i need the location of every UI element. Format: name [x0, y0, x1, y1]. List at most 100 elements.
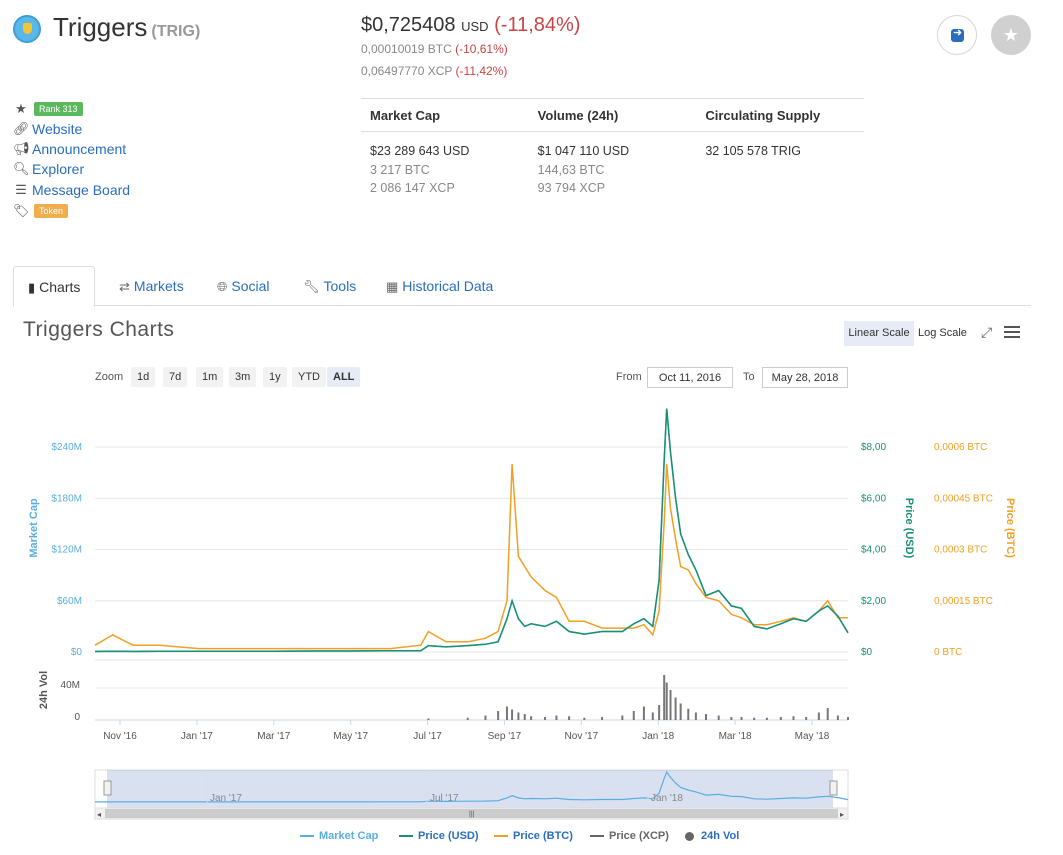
legend-market-cap[interactable]: Market Cap: [300, 830, 378, 842]
x-tick-label: Jan '18: [642, 731, 674, 742]
volume-bars: [427, 675, 849, 720]
zoom-1y-button[interactable]: 1y: [263, 367, 287, 387]
list-icon: ☰: [15, 182, 27, 197]
volume-bar: [497, 711, 500, 720]
legend-24h-vol[interactable]: 24h Vol: [685, 830, 739, 842]
stats-body: $23 289 643 USD 3 217 BTC 2 086 147 XCP …: [361, 132, 864, 198]
wrench-icon: 🔧︎: [303, 279, 320, 294]
volume-bar: [765, 717, 768, 720]
price-btc-tick: 0,00045 BTC: [934, 493, 993, 504]
coin-title: Triggers (TRIG): [53, 12, 200, 43]
volume-bar: [555, 715, 558, 720]
volume-bar: [694, 712, 697, 720]
price-usd: $0,725408 USD (-11,84%): [361, 14, 580, 37]
volume-bar: [792, 716, 795, 720]
price-btc-value: 0,00010019 BTC: [361, 42, 452, 56]
volume-bar: [740, 717, 743, 720]
bullhorn-icon: 📢︎: [13, 141, 30, 156]
coin-name: Triggers: [53, 12, 148, 42]
volume-bar: [779, 717, 782, 720]
price-btc-change: (-10,61%): [455, 42, 508, 56]
navigator-tick: Jan '18: [651, 793, 683, 804]
price-xcp-change: (-11,42%): [455, 64, 508, 78]
fullscreen-icon[interactable]: ⤢: [981, 324, 992, 341]
legend-24h-vol-label: 24h Vol: [701, 830, 740, 842]
tab-tools[interactable]: 🔧︎ Tools: [289, 266, 370, 306]
x-tick-label: May '18: [795, 731, 830, 742]
volume-bar: [847, 717, 849, 720]
price-btc-tick: 0,0003 BTC: [934, 545, 987, 556]
x-tick-label: Sep '17: [488, 731, 522, 742]
scroll-left-arrow: ◂: [97, 810, 101, 819]
tab-historical-data[interactable]: ▦ Historical Data: [372, 266, 507, 306]
website-link-row[interactable]: 🔗︎ Website: [13, 120, 82, 138]
zoom-3m-button[interactable]: 3m: [229, 367, 257, 387]
tab-markets[interactable]: ⇄ Markets: [105, 266, 198, 306]
volume-bar: [427, 718, 430, 720]
x-tick-label: Jan '17: [181, 731, 213, 742]
announcement-link-row[interactable]: 📢︎ Announcement: [13, 140, 126, 158]
legend-price-xcp[interactable]: Price (XCP): [590, 830, 669, 842]
supply-header: Circulating Supply: [705, 108, 821, 123]
navigator-tick: Jan '17: [210, 793, 242, 804]
market-cap-tick: $120M: [51, 545, 82, 556]
zoom-ytd-button[interactable]: YTD: [292, 367, 326, 387]
price-usd-axis-title: Price (USD): [903, 498, 915, 559]
log-scale-button[interactable]: Log Scale: [918, 321, 967, 346]
volume-bar: [632, 711, 635, 720]
y-axis-price-btc: 0 BTC 0,00015 BTC 0,0003 BTC 0,00045 BTC 0,0…: [934, 442, 993, 658]
price-chart[interactable]: $0$60M$120M$180M$240M $0$2,00$4,00$6,00$…: [0, 395, 1063, 825]
announcement-link[interactable]: Announcement: [32, 141, 126, 157]
zoom-1d-button[interactable]: 1d: [131, 367, 156, 387]
message-board-link[interactable]: Message Board: [32, 182, 130, 198]
volume-bar: [753, 717, 756, 720]
zoom-all-button[interactable]: ALL: [327, 367, 361, 387]
price-usd-value: $0,725408: [361, 14, 456, 36]
volume-bar: [583, 717, 586, 720]
linear-scale-button[interactable]: Linear Scale: [844, 321, 914, 346]
price-btc-tick: 0 BTC: [934, 647, 962, 658]
explorer-link[interactable]: Explorer: [32, 161, 84, 177]
navigator[interactable]: Jan '17 Jul '17 Jan '18 ◂ ▸ |||: [94, 769, 849, 820]
price-usd-tick: $0: [861, 647, 873, 658]
price-btc-tick: 0,0006 BTC: [934, 442, 987, 453]
tab-markets-label: Markets: [133, 278, 184, 294]
tab-social[interactable]: 🌐︎ Social: [203, 266, 284, 306]
tab-charts[interactable]: ▮ Charts: [13, 266, 96, 307]
legend-price-xcp-label: Price (XCP): [609, 830, 669, 842]
from-date-input[interactable]: [647, 367, 733, 388]
chart-menu-icon[interactable]: [1004, 326, 1020, 341]
x-tick-label: Nov '16: [103, 731, 137, 742]
tab-historical-data-label: Historical Data: [402, 278, 494, 294]
legend-price-usd[interactable]: Price (USD): [399, 830, 479, 842]
volume-bar: [665, 682, 668, 720]
zoom-1m-button[interactable]: 1m: [196, 367, 224, 387]
market-cap-header: Market Cap: [370, 108, 441, 123]
price-btc: 0,00010019 BTC (-10,61%): [361, 42, 508, 56]
website-link[interactable]: Website: [32, 121, 82, 137]
chart-title: Triggers Charts: [23, 318, 175, 341]
legend-price-btc[interactable]: Price (BTC): [494, 830, 573, 842]
price-btc-line: [94, 464, 848, 650]
favorite-star-button[interactable]: ★: [991, 15, 1031, 55]
zoom-7d-button[interactable]: 7d: [163, 367, 188, 387]
message-board-link-row[interactable]: ☰ Message Board: [13, 181, 130, 199]
volume-bar: [705, 714, 708, 720]
volume-values: $1 047 110 USD 144,63 BTC 93 794 XCP: [529, 142, 697, 198]
stats-table: Market Cap Volume (24h) Circulating Supp…: [361, 98, 864, 198]
explorer-link-row[interactable]: 🔍︎ Explorer: [13, 160, 84, 178]
navigator-handle: [103, 780, 112, 796]
share-button[interactable]: [937, 15, 977, 55]
zoom-label: Zoom: [95, 371, 124, 383]
tag-row: 🏷︎ Token: [13, 202, 69, 220]
volume-bar: [687, 708, 690, 720]
price-usd-change: (-11,84%): [494, 14, 581, 36]
tab-charts-label: Charts: [39, 279, 81, 295]
price-usd-tick: $4,00: [861, 545, 886, 556]
rank-badge: Rank 313: [34, 102, 83, 116]
x-tick-label: Nov '17: [565, 731, 599, 742]
to-date-input[interactable]: [762, 367, 848, 388]
volume-bar: [568, 716, 571, 720]
y-axis-price-usd: $0 $2,00 $4,00 $6,00 $8,00: [861, 442, 886, 658]
volume-btc: 144,63 BTC: [537, 162, 605, 177]
